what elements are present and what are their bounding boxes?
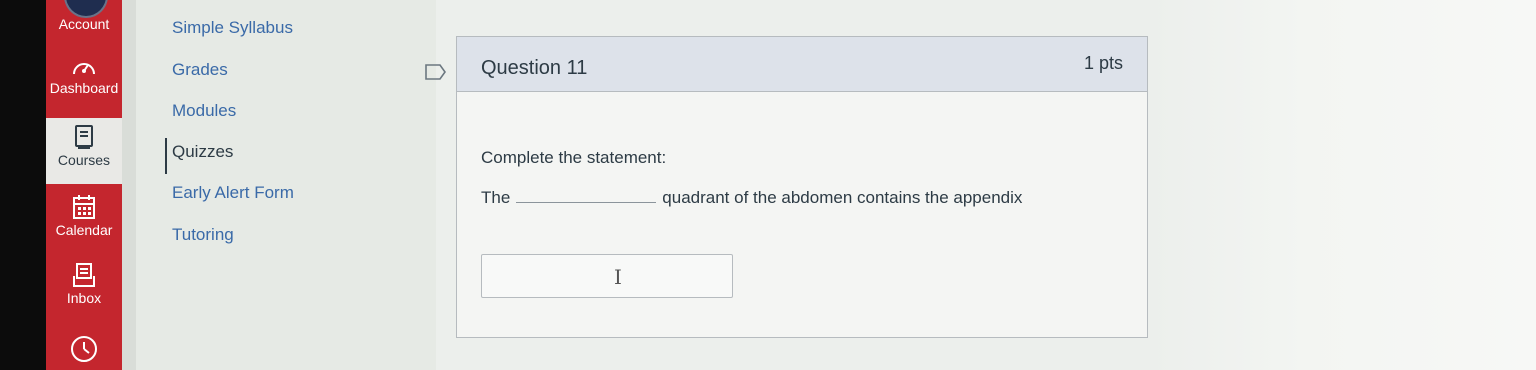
nav-dashboard-label: Dashboard: [49, 80, 119, 96]
courses-icon: [75, 125, 93, 149]
active-link-indicator: [165, 138, 167, 174]
statement-blank: [516, 188, 657, 203]
question-points: 1 pts: [1083, 53, 1123, 73]
question-header: Question 11 1 pts: [457, 37, 1147, 92]
nav-courses-label: Courses: [57, 152, 111, 168]
nav-inbox-label: Inbox: [66, 290, 102, 306]
course-link-modules[interactable]: Modules: [172, 101, 236, 121]
inbox-icon: [73, 263, 95, 287]
nav-courses[interactable]: Courses: [46, 118, 122, 184]
screen-bezel: [0, 0, 46, 370]
nav-calendar[interactable]: Calendar: [46, 194, 122, 238]
course-link-quizzes[interactable]: Quizzes: [172, 142, 233, 162]
nav-inbox[interactable]: Inbox: [46, 262, 122, 306]
course-link-tutoring[interactable]: Tutoring: [172, 225, 234, 245]
answer-input[interactable]: I: [481, 254, 733, 298]
global-navigation: Account Dashboard Courses Calendar Inbox: [46, 0, 122, 370]
statement-after: quadrant of the abdomen contains the app…: [662, 188, 1023, 207]
nav-account-label: Account: [58, 16, 110, 32]
question-card: Question 11 1 pts Complete the statement…: [456, 36, 1148, 338]
nav-account[interactable]: Account: [46, 16, 122, 32]
history-icon: [71, 336, 97, 362]
text-cursor-icon: I: [614, 265, 622, 289]
flag-question-icon[interactable]: [424, 62, 448, 82]
page-background-right: [1150, 0, 1536, 370]
statement-before: The: [481, 188, 511, 207]
course-link-simple-syllabus[interactable]: Simple Syllabus: [172, 18, 293, 38]
question-instruction: Complete the statement:: [481, 148, 667, 167]
nav-dashboard[interactable]: Dashboard: [46, 56, 122, 96]
course-navigation: Simple Syllabus Grades Modules Quizzes E…: [136, 0, 436, 370]
nav-calendar-label: Calendar: [55, 222, 113, 238]
nav-history[interactable]: [46, 334, 122, 366]
dashboard-icon: [73, 63, 95, 75]
course-link-grades[interactable]: Grades: [172, 60, 228, 80]
question-statement: The quadrant of the abdomen contains the …: [481, 188, 1022, 208]
course-link-early-alert-form[interactable]: Early Alert Form: [172, 183, 294, 203]
calendar-icon: [73, 195, 95, 219]
question-title: Question 11: [481, 57, 588, 79]
nav-divider: [122, 0, 136, 370]
